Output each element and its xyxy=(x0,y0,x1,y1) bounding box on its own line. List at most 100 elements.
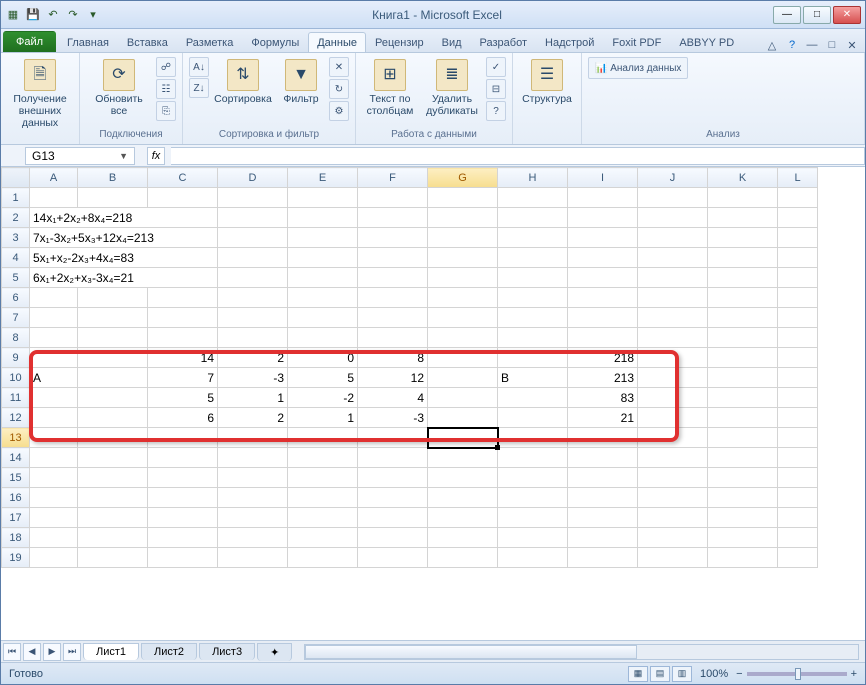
cell-F9[interactable]: 8 xyxy=(358,348,428,368)
fx-button[interactable]: fx xyxy=(147,147,165,165)
col-D[interactable]: D xyxy=(218,168,288,188)
cell-I11[interactable]: 83 xyxy=(568,388,638,408)
col-H[interactable]: H xyxy=(498,168,568,188)
row-2[interactable]: 2 xyxy=(2,208,30,228)
help-icon[interactable]: ? xyxy=(785,38,799,52)
tab-file[interactable]: Файл xyxy=(3,31,56,52)
col-B[interactable]: B xyxy=(78,168,148,188)
cell-I9[interactable]: 218 xyxy=(568,348,638,368)
cell-A3[interactable]: 7x₁-3x₂+5x₃+12x₄=213 xyxy=(30,228,218,248)
cell-E9[interactable]: 0 xyxy=(288,348,358,368)
outline-button[interactable]: ☰ Структура xyxy=(519,57,575,107)
formula-input[interactable] xyxy=(171,147,865,165)
reapply-button[interactable]: ↻ xyxy=(329,79,349,99)
cell-D9[interactable]: 2 xyxy=(218,348,288,368)
cell-D11[interactable]: 1 xyxy=(218,388,288,408)
view-normal-button[interactable]: ▦ xyxy=(628,666,648,682)
qat-dropdown-icon[interactable]: ▾ xyxy=(85,7,101,23)
cell-D12[interactable]: 2 xyxy=(218,408,288,428)
row-13[interactable]: 13 xyxy=(2,428,30,448)
sort-desc-button[interactable]: Z↓ xyxy=(189,78,209,98)
row-19[interactable]: 19 xyxy=(2,548,30,568)
cell-H10[interactable]: B xyxy=(498,368,568,388)
col-F[interactable]: F xyxy=(358,168,428,188)
data-analysis-button[interactable]: 📊 Анализ данных xyxy=(588,57,688,79)
col-E[interactable]: E xyxy=(288,168,358,188)
filter-button[interactable]: ▼ Фильтр xyxy=(277,57,325,107)
col-C[interactable]: C xyxy=(148,168,218,188)
col-G[interactable]: G xyxy=(428,168,498,188)
row-11[interactable]: 11 xyxy=(2,388,30,408)
cell-A5[interactable]: 6x₁+2x₂+x₃-3x₄=21 xyxy=(30,268,218,288)
cell-I12[interactable]: 21 xyxy=(568,408,638,428)
whatif-button[interactable]: ? xyxy=(486,101,506,121)
col-K[interactable]: K xyxy=(708,168,778,188)
tab-insert[interactable]: Вставка xyxy=(118,32,177,52)
cell-E12[interactable]: 1 xyxy=(288,408,358,428)
sheet-nav-next[interactable]: ▶ xyxy=(43,643,61,661)
properties-button[interactable]: ☷ xyxy=(156,79,176,99)
connections-button[interactable]: ☍ xyxy=(156,57,176,77)
sheet-tab-2[interactable]: Лист2 xyxy=(141,643,197,660)
cell-F10[interactable]: 12 xyxy=(358,368,428,388)
zoom-track[interactable] xyxy=(747,672,847,676)
cell-A10[interactable]: A xyxy=(30,368,78,388)
zoom-in-button[interactable]: + xyxy=(851,668,857,680)
row-9[interactable]: 9 xyxy=(2,348,30,368)
cell-D10[interactable]: -3 xyxy=(218,368,288,388)
cell[interactable] xyxy=(30,188,78,208)
cell-C11[interactable]: 5 xyxy=(148,388,218,408)
col-J[interactable]: J xyxy=(638,168,708,188)
cell-E11[interactable]: -2 xyxy=(288,388,358,408)
cell-F12[interactable]: -3 xyxy=(358,408,428,428)
row-4[interactable]: 4 xyxy=(2,248,30,268)
row-12[interactable]: 12 xyxy=(2,408,30,428)
tab-developer[interactable]: Разработ xyxy=(471,32,536,52)
mdi-close-icon[interactable]: ✕ xyxy=(845,38,859,52)
clear-filter-button[interactable]: ✕ xyxy=(329,57,349,77)
refresh-all-button[interactable]: ⟳ Обновить все xyxy=(86,57,152,119)
cell-C10[interactable]: 7 xyxy=(148,368,218,388)
edit-links-button[interactable]: ⎘ xyxy=(156,101,176,121)
row-3[interactable]: 3 xyxy=(2,228,30,248)
zoom-slider[interactable]: − + xyxy=(736,668,857,680)
tab-review[interactable]: Рецензир xyxy=(366,32,433,52)
save-icon[interactable]: 💾 xyxy=(25,7,41,23)
advanced-button[interactable]: ⚙ xyxy=(329,101,349,121)
tab-abbyy[interactable]: ABBYY PD xyxy=(670,32,743,52)
tab-foxit[interactable]: Foxit PDF xyxy=(603,32,670,52)
col-L[interactable]: L xyxy=(778,168,818,188)
cell-A4[interactable]: 5x₁+x₂-2x₃+4x₄=83 xyxy=(30,248,218,268)
cell-I10[interactable]: 213 xyxy=(568,368,638,388)
remove-duplicates-button[interactable]: ≣ Удалить дубликаты xyxy=(422,57,482,119)
horizontal-scrollbar[interactable] xyxy=(304,644,859,660)
row-18[interactable]: 18 xyxy=(2,528,30,548)
cell-C9[interactable]: 14 xyxy=(148,348,218,368)
cell-G13-selected[interactable] xyxy=(428,428,498,448)
tab-addins[interactable]: Надстрой xyxy=(536,32,603,52)
cell-A2[interactable]: 14x₁+2x₂+8x₄=218 xyxy=(30,208,218,228)
maximize-button[interactable]: □ xyxy=(803,6,831,24)
validation-button[interactable]: ✓ xyxy=(486,57,506,77)
cell-F11[interactable]: 4 xyxy=(358,388,428,408)
row-10[interactable]: 10 xyxy=(2,368,30,388)
worksheet-grid[interactable]: A B C D E F G H I J K L 1 214x₁+2x₂+8x₄=… xyxy=(1,167,865,640)
sheet-nav-last[interactable]: ⏭ xyxy=(63,643,81,661)
new-sheet-tab[interactable]: ✦ xyxy=(257,643,292,661)
mdi-min-icon[interactable]: — xyxy=(805,38,819,52)
tab-home[interactable]: Главная xyxy=(58,32,118,52)
zoom-thumb[interactable] xyxy=(795,668,801,680)
row-15[interactable]: 15 xyxy=(2,468,30,488)
row-1[interactable]: 1 xyxy=(2,188,30,208)
sheet-nav-prev[interactable]: ◀ xyxy=(23,643,41,661)
sort-asc-button[interactable]: A↓ xyxy=(189,57,209,77)
tab-view[interactable]: Вид xyxy=(433,32,471,52)
select-all-corner[interactable] xyxy=(2,168,30,188)
sheet-tab-3[interactable]: Лист3 xyxy=(199,643,255,660)
text-to-columns-button[interactable]: ⊞ Текст по столбцам xyxy=(362,57,418,119)
tab-data[interactable]: Данные xyxy=(308,32,366,52)
zoom-out-button[interactable]: − xyxy=(736,668,742,680)
redo-icon[interactable]: ↷ xyxy=(65,7,81,23)
row-14[interactable]: 14 xyxy=(2,448,30,468)
minimize-ribbon-icon[interactable]: △ xyxy=(765,38,779,52)
